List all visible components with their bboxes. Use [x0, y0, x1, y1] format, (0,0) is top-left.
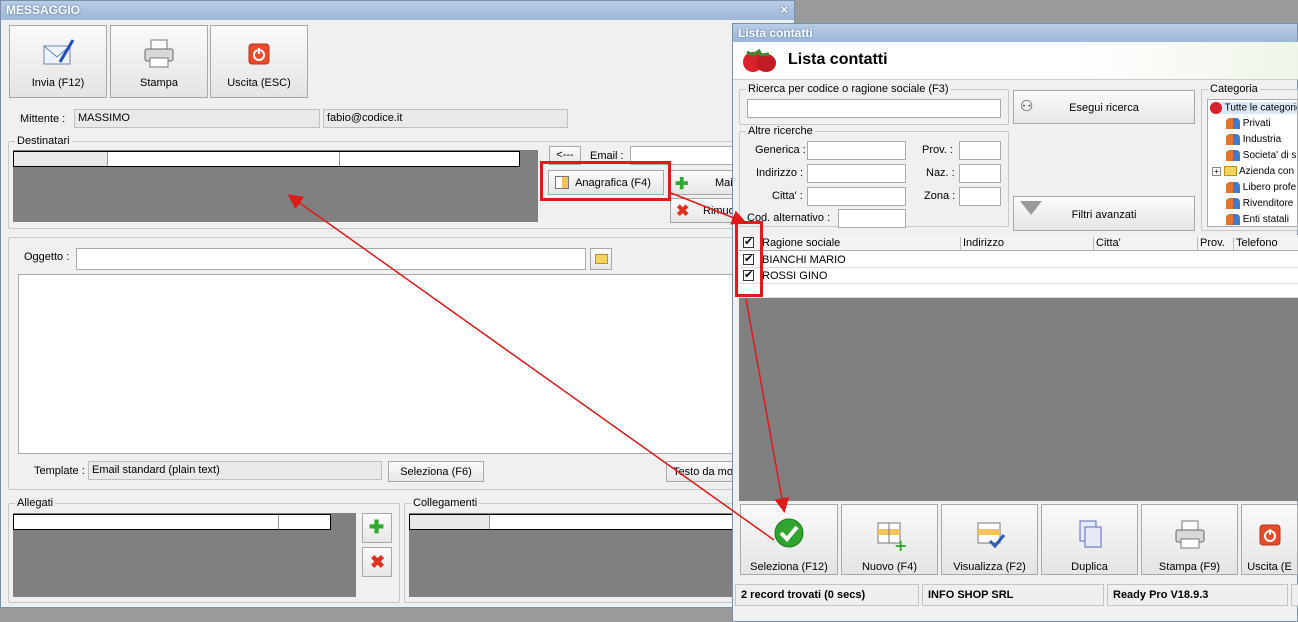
annotation-arrows [287, 192, 790, 541]
arrow-to-recipients [287, 194, 775, 541]
arrow-to-select [745, 298, 790, 513]
arrow-to-list [670, 192, 747, 225]
